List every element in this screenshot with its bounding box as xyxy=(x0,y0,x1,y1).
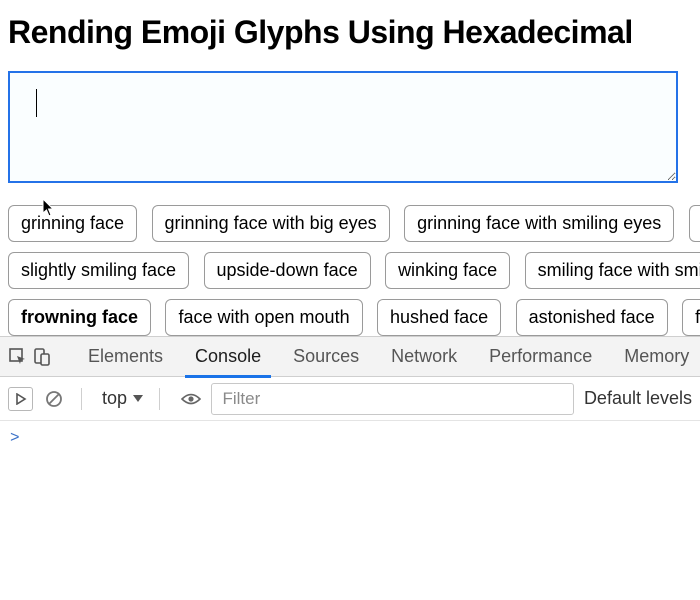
btn-slightly-smiling-face[interactable]: slightly smiling face xyxy=(8,252,189,289)
button-row-3: frowning face face with open mouth hushe… xyxy=(8,299,692,336)
tab-elements[interactable]: Elements xyxy=(72,337,179,377)
clear-console-icon[interactable] xyxy=(43,387,65,411)
emoji-buttons: grinning face grinning face with big eye… xyxy=(8,205,692,336)
emoji-output-textarea[interactable] xyxy=(8,71,678,183)
toggle-console-drawer-icon[interactable] xyxy=(8,387,33,411)
btn-beaming-face[interactable]: beaming face with smiling eyes xyxy=(689,205,700,242)
divider xyxy=(159,388,160,410)
device-toolbar-icon[interactable] xyxy=(32,343,52,371)
console-toolbar: top Default levels xyxy=(0,377,700,421)
live-expression-icon[interactable] xyxy=(180,387,202,411)
context-label: top xyxy=(102,388,127,409)
divider xyxy=(81,388,82,410)
text-caret xyxy=(36,89,37,117)
inspect-element-icon[interactable] xyxy=(8,343,28,371)
tab-console[interactable]: Console xyxy=(179,337,277,377)
tab-network[interactable]: Network xyxy=(375,337,473,377)
dropdown-triangle-icon xyxy=(133,395,143,402)
log-levels-selector[interactable]: Default levels xyxy=(584,388,692,409)
btn-grinning-face[interactable]: grinning face xyxy=(8,205,137,242)
tab-memory[interactable]: Memory xyxy=(608,337,700,377)
textarea-container xyxy=(8,71,692,183)
console-output[interactable]: > xyxy=(0,421,700,455)
btn-upside-down-face[interactable]: upside-down face xyxy=(204,252,371,289)
btn-grinning-face-big-eyes[interactable]: grinning face with big eyes xyxy=(152,205,390,242)
btn-face-open-mouth[interactable]: face with open mouth xyxy=(165,299,362,336)
tab-sources[interactable]: Sources xyxy=(277,337,375,377)
console-prompt-icon: > xyxy=(10,429,20,447)
btn-smiling-face-smiling-eyes[interactable]: smiling face with smiling eyes xyxy=(525,252,700,289)
tab-performance[interactable]: Performance xyxy=(473,337,608,377)
page-title: Rending Emoji Glyphs Using Hexadecimal xyxy=(8,14,692,51)
devtools-tabbar: Elements Console Sources Network Perform… xyxy=(0,337,700,377)
button-row-1: grinning face grinning face with big eye… xyxy=(8,205,692,242)
btn-flushed-face[interactable]: flushed face xyxy=(682,299,700,336)
btn-frowning-face[interactable]: frowning face xyxy=(8,299,151,336)
console-filter-input[interactable] xyxy=(211,383,573,415)
btn-grinning-face-smiling-eyes[interactable]: grinning face with smiling eyes xyxy=(404,205,674,242)
execution-context-selector[interactable]: top xyxy=(102,388,143,409)
btn-hushed-face[interactable]: hushed face xyxy=(377,299,501,336)
btn-astonished-face[interactable]: astonished face xyxy=(516,299,668,336)
devtools-panel: Elements Console Sources Network Perform… xyxy=(0,336,700,600)
button-row-2: slightly smiling face upside-down face w… xyxy=(8,252,692,289)
btn-winking-face[interactable]: winking face xyxy=(385,252,510,289)
